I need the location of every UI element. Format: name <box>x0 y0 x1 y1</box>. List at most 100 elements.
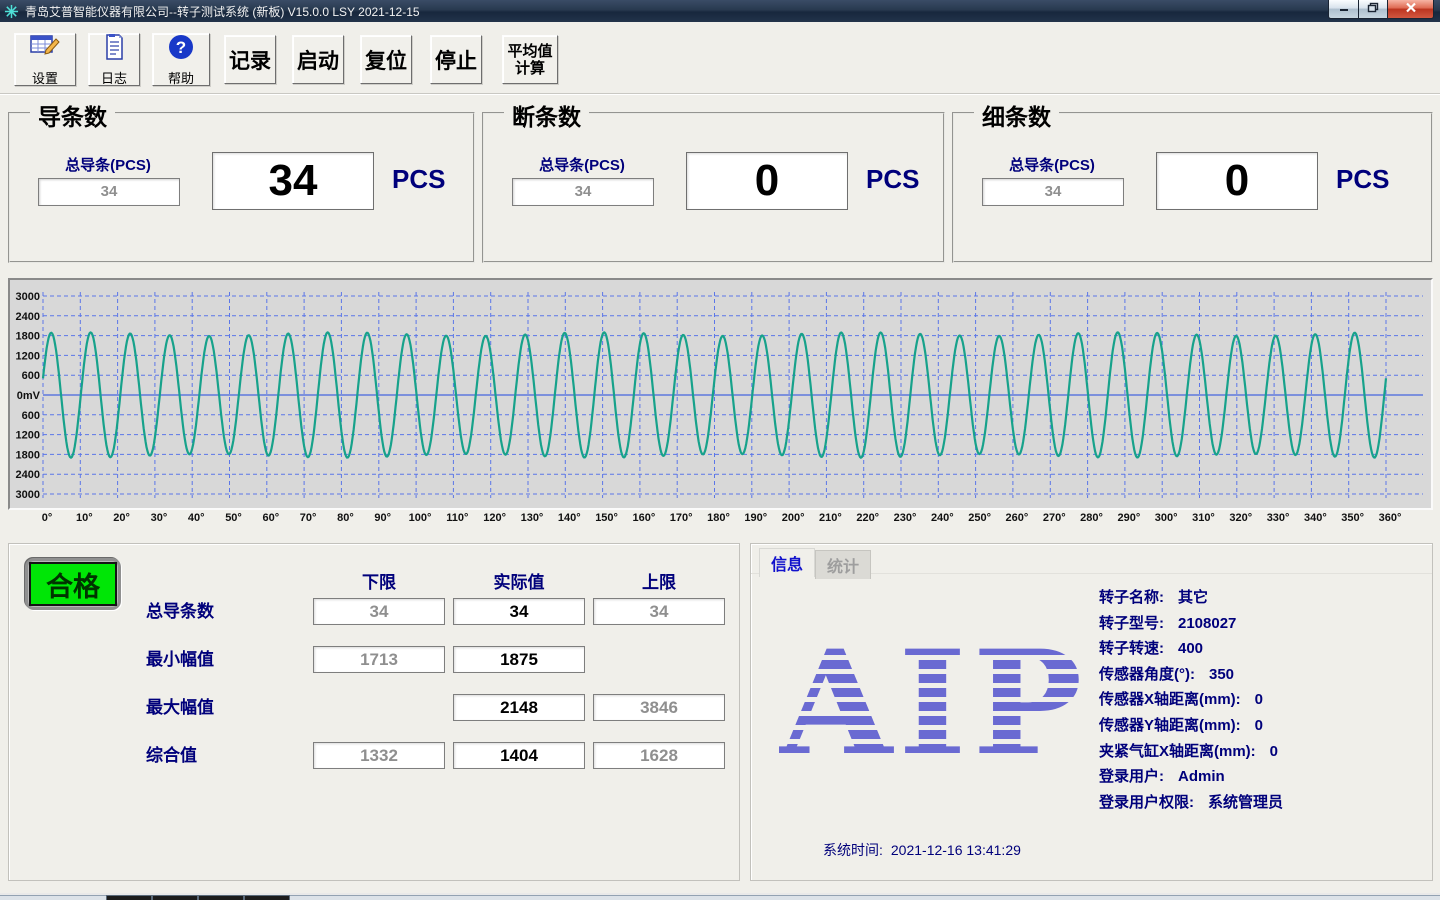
results-upper-value: 3846 <box>593 694 725 721</box>
toolbar-button-label: 复位 <box>365 45 407 75</box>
info-field-label: 转子名称: <box>1099 589 1164 606</box>
svg-text:2400: 2400 <box>16 311 40 323</box>
toolbar-button-reset[interactable]: 复位 <box>360 35 412 84</box>
info-field-label: 传感器角度(°): <box>1099 666 1195 683</box>
results-upper-value: 34 <box>593 598 725 625</box>
aip-logo: AIP <box>779 632 1088 778</box>
svg-text:600: 600 <box>22 410 40 422</box>
results-lower-value: 1332 <box>313 742 445 769</box>
panel-title: 断条数 <box>504 98 589 132</box>
total-bars-label: 总导条(PCS) <box>512 154 652 175</box>
chart-x-axis-labels: 0°10°20°30°40°50°60°70°80°90°100°110°120… <box>8 512 1433 530</box>
tab-info[interactable]: 信息 <box>759 548 815 577</box>
help-icon: ? <box>167 33 195 66</box>
panel-guide-bar-count: 导条数总导条(PCS)3434PCS <box>8 112 475 263</box>
desktop: 青岛艾普智能仪器有限公司--转子测试系统 (新板) V15.0.0 LSY 20… <box>0 0 1440 900</box>
taskbar-window-button[interactable] <box>152 895 198 900</box>
total-bars-field: 34 <box>982 178 1124 206</box>
results-row-label: 最小幅值 <box>146 646 214 673</box>
info-field: 传感器角度(°): 350 <box>1099 663 1283 689</box>
info-field-label: 传感器Y轴距离(mm): <box>1099 717 1241 734</box>
svg-text:0mV: 0mV <box>17 390 41 402</box>
info-field-value: 0 <box>1255 717 1263 734</box>
close-button[interactable] <box>1388 0 1434 19</box>
toolbar: 设置 日志 ?帮助记录启动复位停止平均值 计算 <box>0 22 1440 93</box>
info-field: 传感器Y轴距离(mm): 0 <box>1099 714 1283 740</box>
info-field-value: Admin <box>1178 768 1225 785</box>
toolbar-button-average[interactable]: 平均值 计算 <box>502 35 558 84</box>
status-badge-label: 合格 <box>29 562 117 606</box>
system-time: 系统时间:2021-12-16 13:41:29 <box>823 840 1021 860</box>
svg-text:?: ? <box>176 38 186 57</box>
total-bars-label: 总导条(PCS) <box>38 154 178 175</box>
system-time-value: 2021-12-16 13:41:29 <box>891 842 1021 858</box>
window-controls <box>1328 0 1434 19</box>
restore-icon <box>1367 0 1379 18</box>
toolbar-button-record[interactable]: 记录 <box>224 35 276 84</box>
results-lower-value: 34 <box>313 598 445 625</box>
unit-label: PCS <box>1336 164 1389 195</box>
svg-text:2400: 2400 <box>16 469 40 481</box>
info-panel: AIP 转子名称: 其它转子型号: 2108027 转子转速: 400 传感器角度(°):… <box>750 543 1433 881</box>
info-field-value: 0 <box>1270 743 1278 760</box>
results-actual-value: 1404 <box>453 742 585 769</box>
minimize-button[interactable] <box>1328 0 1359 19</box>
info-field-value: 其它 <box>1178 589 1208 606</box>
unit-label: PCS <box>866 164 919 195</box>
unit-label: PCS <box>392 164 445 195</box>
waveform-chart: 30002400180012006000mV600120018002400300… <box>8 278 1433 530</box>
info-field-value: 系统管理员 <box>1208 794 1283 811</box>
total-bars-label: 总导条(PCS) <box>982 154 1122 175</box>
titlebar: 青岛艾普智能仪器有限公司--转子测试系统 (新板) V15.0.0 LSY 20… <box>0 0 1440 22</box>
log-icon <box>102 33 126 66</box>
results-actual-value: 34 <box>453 598 585 625</box>
info-field: 登录用户权限:系统管理员 <box>1099 791 1283 817</box>
count-value-box: 34 <box>212 152 374 210</box>
panel-thin-bar-count: 细条数总导条(PCS)340PCS <box>952 112 1433 263</box>
info-field-label: 转子转速: <box>1099 640 1164 657</box>
toolbar-button-start[interactable]: 启动 <box>292 35 344 84</box>
toolbar-button-label: 记录 <box>229 45 271 75</box>
window-title: 青岛艾普智能仪器有限公司--转子测试系统 (新板) V15.0.0 LSY 20… <box>25 3 420 20</box>
toolbar-button-stop[interactable]: 停止 <box>430 35 482 84</box>
count-value-box: 0 <box>686 152 848 210</box>
info-field: 转子名称: 其它 <box>1099 586 1283 612</box>
info-field-list: 转子名称:其它转子型号:2108027转子转速:400传感器角度(°):350传… <box>1099 586 1283 816</box>
toolbar-button-settings[interactable]: 设置 <box>14 33 76 86</box>
total-bars-field: 34 <box>512 178 654 206</box>
toolbar-button-label: 设置 <box>32 68 58 87</box>
svg-text:1800: 1800 <box>16 449 40 461</box>
results-column-header: 上限 <box>593 568 725 593</box>
settings-icon <box>29 33 61 66</box>
restore-button[interactable] <box>1359 0 1388 19</box>
info-field: 登录用户: Admin <box>1099 765 1283 791</box>
info-field: 夹紧气缸X轴距离(mm):0 <box>1099 740 1283 766</box>
toolbar-button-label: 日志 <box>101 68 127 87</box>
panel-title: 导条数 <box>30 98 115 132</box>
toolbar-button-log[interactable]: 日志 <box>88 33 140 86</box>
toolbar-button-label: 平均值 计算 <box>507 43 552 77</box>
info-field: 转子转速: 400 <box>1099 637 1283 663</box>
info-field-value: 2108027 <box>1178 615 1236 632</box>
taskbar-window-button[interactable] <box>106 895 152 900</box>
results-row-label: 总导条数 <box>146 598 214 625</box>
info-field-label: 转子型号: <box>1099 615 1164 632</box>
svg-text:1200: 1200 <box>16 430 40 442</box>
info-field-label: 登录用户: <box>1099 768 1164 785</box>
svg-text:600: 600 <box>22 370 40 382</box>
svg-text:1800: 1800 <box>16 331 40 343</box>
toolbar-button-label: 停止 <box>435 45 477 75</box>
tab-stats[interactable]: 统计 <box>815 550 871 579</box>
info-field: 转子型号: 2108027 <box>1099 612 1283 638</box>
info-field-value: 400 <box>1178 640 1203 657</box>
taskbar-window-button[interactable] <box>244 895 290 900</box>
results-row-label: 最大幅值 <box>146 694 214 721</box>
app-window: 青岛艾普智能仪器有限公司--转子测试系统 (新板) V15.0.0 LSY 20… <box>0 0 1440 893</box>
svg-text:3000: 3000 <box>16 291 40 303</box>
results-column-header: 下限 <box>313 568 445 593</box>
toolbar-separator <box>0 93 1440 95</box>
taskbar-window-button[interactable] <box>198 895 244 900</box>
app-icon <box>4 4 19 19</box>
toolbar-button-help[interactable]: ?帮助 <box>152 33 210 86</box>
info-field-value: 350 <box>1209 666 1234 683</box>
